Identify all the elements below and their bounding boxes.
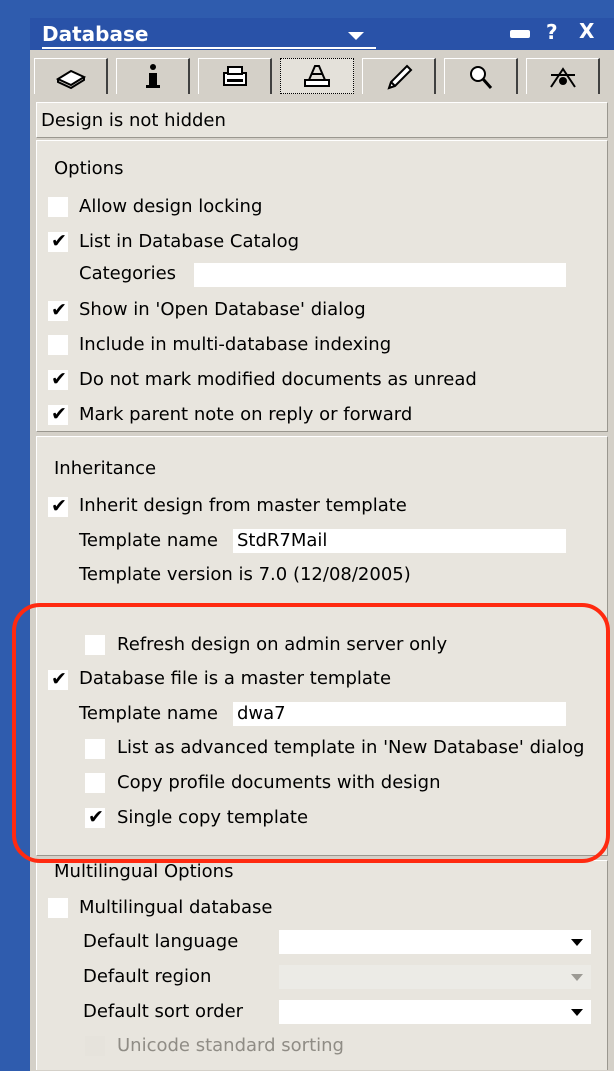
chevron-down-icon bbox=[348, 32, 364, 40]
options-section: Options Allow design locking ✔ List in D… bbox=[36, 140, 608, 432]
allow-design-locking-checkbox[interactable] bbox=[48, 197, 68, 217]
search-index-icon bbox=[469, 65, 492, 89]
highlight-annotation bbox=[12, 603, 610, 863]
multilingual-db-label: Multilingual database bbox=[79, 897, 273, 918]
inherit-template-name-input[interactable]: StdR7Mail bbox=[233, 529, 566, 553]
checkmark-icon: ✔ bbox=[51, 368, 67, 390]
multi-db-indexing-label: Include in multi-database indexing bbox=[79, 334, 392, 355]
options-header: Options bbox=[54, 158, 124, 179]
unicode-sorting-checkbox[interactable] bbox=[85, 1036, 105, 1056]
categories-input[interactable] bbox=[194, 263, 566, 287]
default-language-label: Default language bbox=[83, 931, 239, 952]
close-icon[interactable]: X bbox=[579, 19, 594, 43]
default-sort-label: Default sort order bbox=[83, 1001, 244, 1022]
do-not-mark-unread-label: Do not mark modified documents as unread bbox=[79, 369, 477, 390]
list-in-catalog-label: List in Database Catalog bbox=[79, 231, 300, 252]
tab-search-index[interactable] bbox=[444, 58, 518, 94]
multilingual-db-checkbox[interactable] bbox=[48, 898, 68, 918]
checkmark-icon: ✔ bbox=[51, 230, 67, 252]
tab-launch[interactable] bbox=[362, 58, 436, 94]
tab-advanced[interactable] bbox=[526, 58, 600, 94]
show-in-open-dialog-label: Show in 'Open Database' dialog bbox=[79, 299, 366, 320]
allow-design-locking-label: Allow design locking bbox=[79, 196, 263, 217]
multi-db-indexing-checkbox[interactable] bbox=[48, 335, 68, 355]
design-status-box: Design is not hidden bbox=[36, 102, 608, 138]
list-in-catalog-checkbox[interactable]: ✔ bbox=[48, 230, 68, 252]
multilingual-section: Multilingual Options Multilingual databa… bbox=[36, 860, 608, 1070]
multilingual-header: Multilingual Options bbox=[54, 861, 234, 882]
tab-design[interactable] bbox=[280, 58, 354, 94]
help-icon[interactable]: ? bbox=[546, 20, 558, 44]
checkmark-icon: ✔ bbox=[51, 495, 67, 517]
design-icon bbox=[304, 65, 330, 87]
tab-basics[interactable] bbox=[34, 58, 108, 94]
inherit-design-checkbox[interactable]: ✔ bbox=[48, 495, 68, 517]
chevron-down-icon bbox=[571, 1009, 583, 1016]
checkmark-icon: ✔ bbox=[51, 403, 67, 425]
template-name-label: Template name bbox=[79, 530, 218, 551]
mark-parent-note-checkbox[interactable]: ✔ bbox=[48, 403, 68, 425]
tab-info[interactable] bbox=[116, 58, 190, 94]
basics-icon bbox=[55, 69, 86, 89]
inherit-design-label: Inherit design from master template bbox=[79, 495, 407, 516]
show-in-open-dialog-checkbox[interactable]: ✔ bbox=[48, 299, 68, 321]
info-icon bbox=[145, 63, 160, 88]
title-dropdown[interactable]: Database bbox=[42, 21, 376, 49]
default-sort-select[interactable] bbox=[279, 1000, 591, 1024]
default-region-label: Default region bbox=[83, 966, 212, 987]
inheritance-header: Inheritance bbox=[54, 458, 157, 479]
do-not-mark-unread-checkbox[interactable]: ✔ bbox=[48, 368, 68, 390]
chevron-down-icon bbox=[571, 974, 583, 981]
default-language-select[interactable] bbox=[279, 930, 591, 954]
tab-printer[interactable] bbox=[198, 58, 272, 94]
launch-icon bbox=[386, 64, 412, 90]
categories-label: Categories bbox=[79, 263, 177, 284]
default-region-select[interactable] bbox=[279, 965, 591, 989]
pin-icon[interactable] bbox=[510, 30, 530, 38]
advanced-icon bbox=[549, 66, 576, 88]
chevron-down-icon bbox=[571, 939, 583, 946]
properties-panel: Design is not hidden Options Allow desig… bbox=[30, 50, 614, 1071]
mark-parent-note-label: Mark parent note on reply or forward bbox=[79, 404, 413, 425]
design-status: Design is not hidden bbox=[41, 110, 226, 131]
title-bar: Database ? X bbox=[30, 18, 614, 50]
checkmark-icon: ✔ bbox=[51, 299, 67, 321]
tab-bar bbox=[30, 50, 614, 100]
unicode-sorting-label: Unicode standard sorting bbox=[117, 1035, 344, 1056]
printer-icon bbox=[222, 65, 247, 86]
panel-title: Database bbox=[42, 22, 149, 46]
template-version: Template version is 7.0 (12/08/2005) bbox=[79, 564, 411, 585]
